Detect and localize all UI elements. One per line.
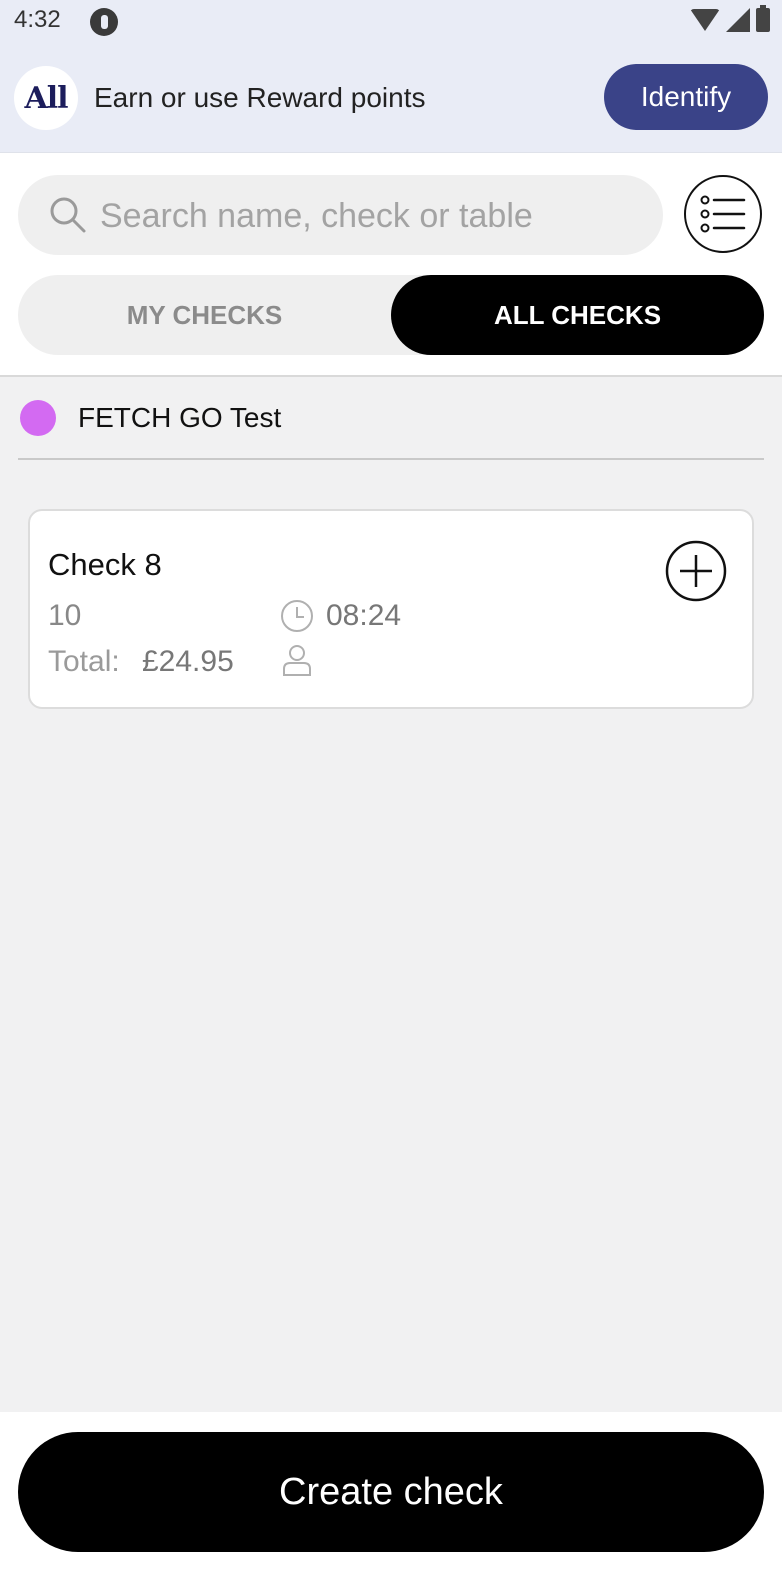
location-row[interactable]: FETCH GO Test (18, 392, 764, 460)
checks-header: MY CHECKS ALL CHECKS (0, 153, 782, 377)
list-menu-button[interactable] (684, 175, 762, 253)
status-time: 4:32 (14, 6, 61, 33)
create-check-button[interactable]: Create check (18, 1432, 764, 1552)
tab-my-checks[interactable]: MY CHECKS (18, 275, 391, 355)
reward-text: Earn or use Reward points (94, 82, 426, 113)
add-to-check-icon[interactable] (664, 539, 728, 603)
search-box[interactable] (18, 175, 663, 255)
wifi-icon (690, 9, 720, 31)
bottom-bar: Create check (0, 1412, 782, 1596)
search-input[interactable] (98, 189, 642, 243)
clock-icon (281, 600, 313, 632)
search-icon (50, 197, 86, 233)
identify-button[interactable]: Identify (604, 64, 768, 130)
check-total-label: Total: (48, 645, 120, 678)
reward-logo-text: All (24, 80, 68, 116)
reward-logo: All (14, 66, 78, 130)
person-icon (283, 645, 311, 676)
location-color-dot (20, 400, 56, 436)
check-time: 08:24 (326, 599, 402, 632)
list-icon (700, 195, 746, 233)
check-total-value: £24.95 (142, 645, 234, 678)
battery-icon (756, 5, 770, 32)
check-title: Check 8 (48, 547, 162, 582)
check-table-number: 10 (48, 599, 82, 632)
tab-all-checks[interactable]: ALL CHECKS (391, 275, 764, 355)
status-icons (690, 5, 770, 32)
app-notification-icon (90, 8, 118, 36)
top-banner: 4:32 All Earn or use Reward points Ident… (0, 0, 782, 153)
location-name: FETCH GO Test (78, 402, 282, 433)
check-card[interactable]: Check 8 10 Total: £24.95 08:24 (28, 509, 754, 709)
signal-icon (726, 8, 750, 32)
check-tabs: MY CHECKS ALL CHECKS (18, 275, 764, 355)
